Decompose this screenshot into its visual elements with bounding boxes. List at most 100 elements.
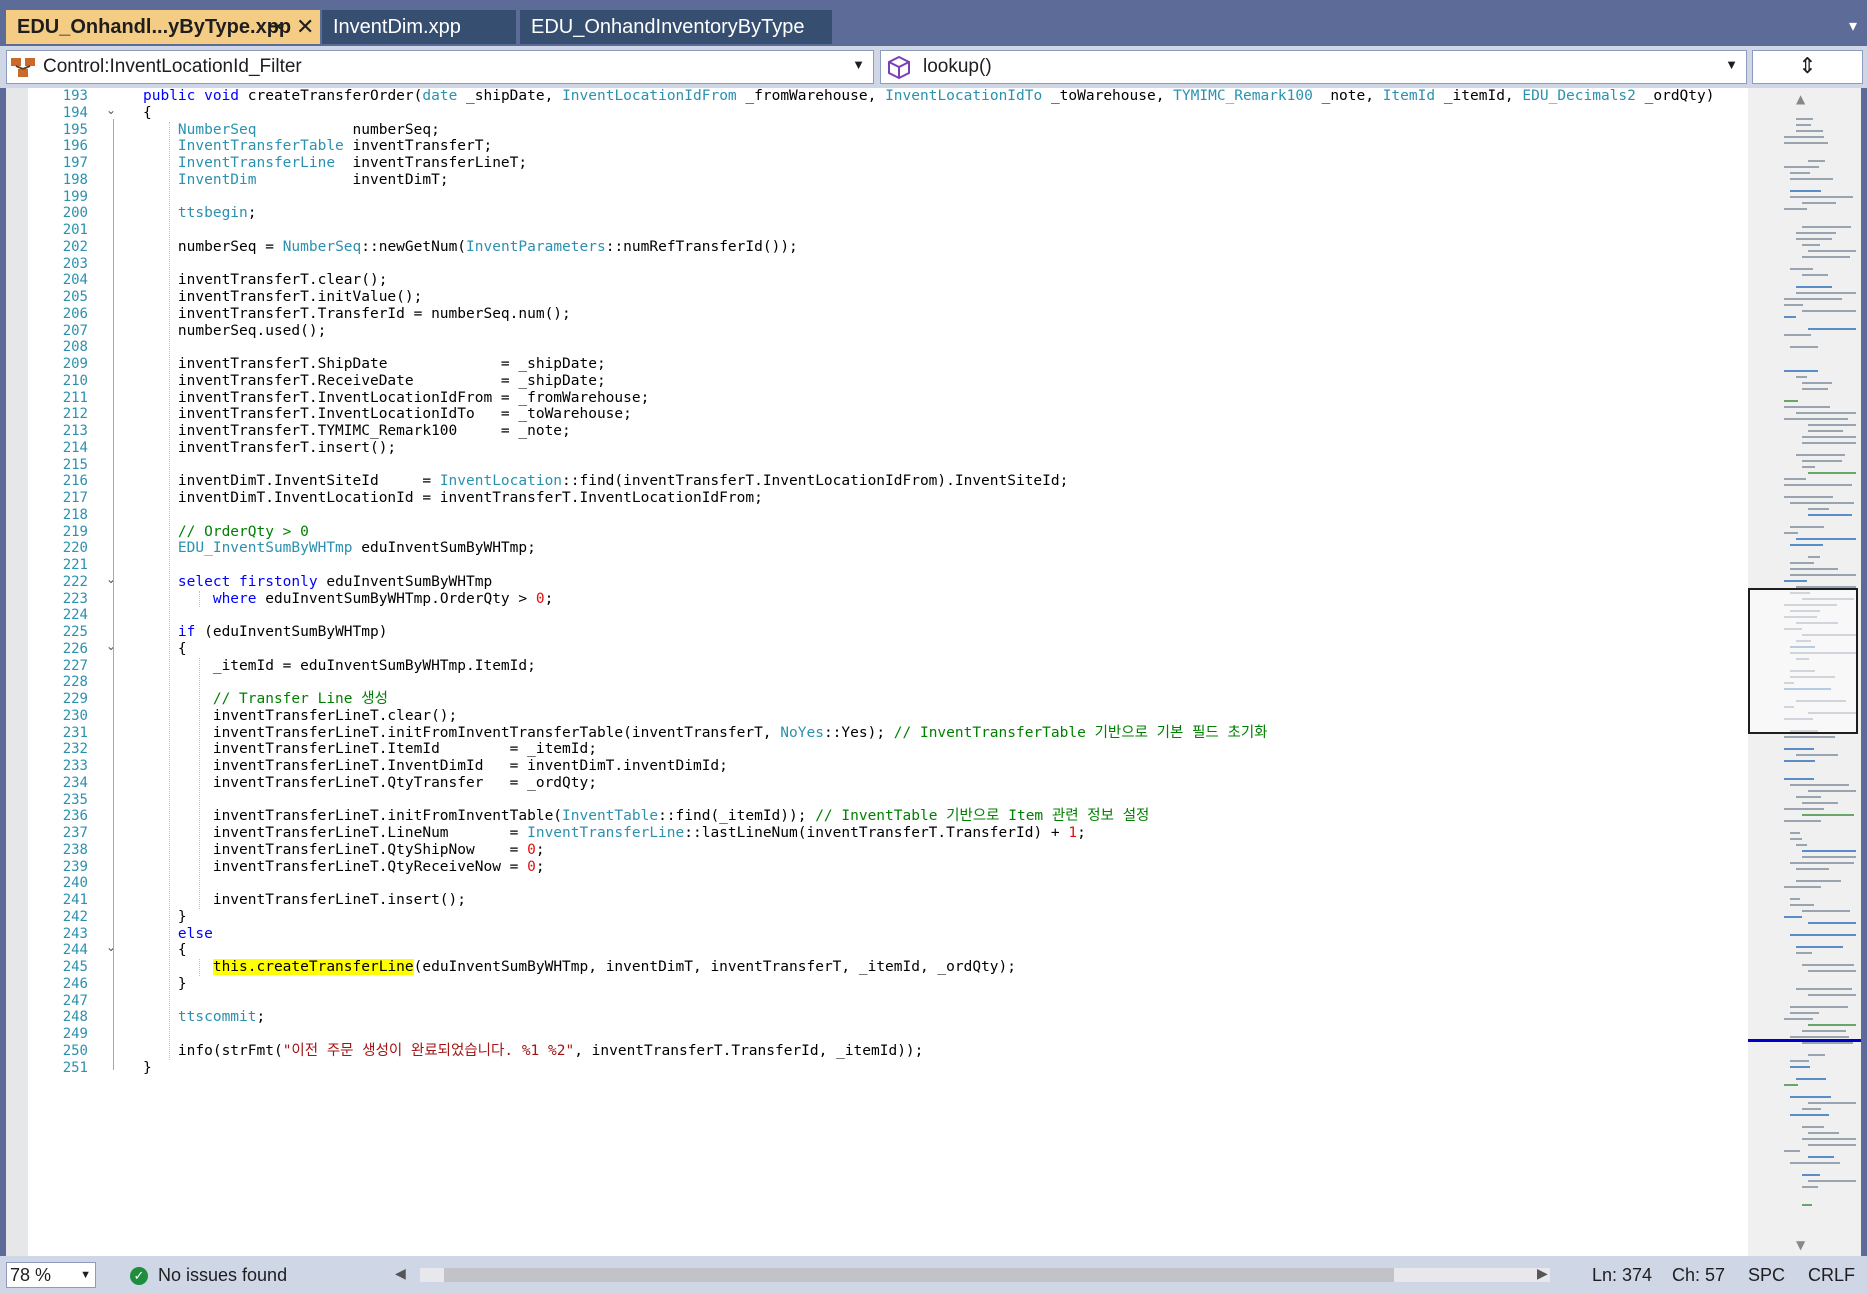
code-token: "이전 주문 생성이 완료되었습니다. %1 %2" bbox=[282, 1042, 575, 1059]
indent-guide bbox=[198, 959, 200, 976]
code-token: where bbox=[212, 590, 257, 607]
minimap-line bbox=[1796, 952, 1812, 954]
minimap-line bbox=[1790, 904, 1815, 906]
minimap-line bbox=[1790, 1036, 1849, 1038]
indent-guide bbox=[198, 657, 200, 909]
code-line[interactable]: public void createTransferOrder(date _sh… bbox=[143, 88, 1714, 106]
minimap-scrollbar[interactable]: ▲ ▼ bbox=[1748, 88, 1861, 1256]
code-token: ::Yes); bbox=[823, 724, 894, 741]
code-token: inventTransferT.InventLocationIdTo = _to… bbox=[143, 406, 632, 423]
minimap-line bbox=[1796, 454, 1846, 456]
code-token: inventTransferLineT.insert(); bbox=[143, 892, 467, 908]
minimap-line bbox=[1808, 1024, 1856, 1026]
scroll-left-arrow-icon[interactable]: ◀ bbox=[395, 1265, 406, 1282]
code-editor[interactable]: 193 194 195 196 197 198 199 200 201 202 203 204 205 2… bbox=[6, 88, 1748, 1256]
chevron-down-icon[interactable]: ▼ bbox=[1725, 57, 1738, 72]
code-token: numberSeq.used(); bbox=[143, 322, 327, 339]
code-line[interactable]: numberSeq.used(); bbox=[143, 321, 326, 341]
code-line[interactable]: ttscommit; bbox=[143, 1007, 265, 1027]
minimap-line bbox=[1808, 472, 1856, 474]
column-indicator[interactable]: Ch: 57 bbox=[1672, 1265, 1725, 1286]
minimap-line bbox=[1802, 460, 1843, 462]
tab-edu-onhand-xpp[interactable]: EDU_Onhandl...yByType.xpp ⊸ ✕ bbox=[6, 10, 320, 44]
minimap-line bbox=[1808, 790, 1856, 792]
code-token: NumberSeq bbox=[177, 121, 257, 138]
code-token: numberSeq; bbox=[256, 121, 440, 138]
check-circle-icon: ✓ bbox=[130, 1266, 148, 1285]
code-line[interactable]: } bbox=[143, 974, 187, 994]
horizontal-scroll-thumb[interactable] bbox=[444, 1268, 1394, 1282]
code-line[interactable]: where eduInventSumByWHTmp.OrderQty > 0; bbox=[143, 589, 553, 609]
issues-indicator[interactable]: ✓ No issues found bbox=[130, 1265, 287, 1286]
code-token: inventDimT.InventLocationId = inventTran… bbox=[143, 490, 763, 506]
split-icon[interactable]: ⇕ bbox=[1752, 50, 1863, 84]
line-ending-indicator[interactable]: CRLF bbox=[1808, 1265, 1855, 1286]
code-line[interactable]: this.createTransferLine(eduInventSumByWH… bbox=[143, 957, 1016, 977]
code-token: NoYes bbox=[780, 724, 824, 741]
pin-icon[interactable]: ⊸ bbox=[269, 16, 284, 37]
minimap-line bbox=[1802, 436, 1856, 438]
close-icon[interactable]: ✕ bbox=[296, 14, 314, 40]
minimap-line bbox=[1802, 910, 1851, 912]
horizontal-scrollbar[interactable] bbox=[420, 1268, 1550, 1282]
code-line[interactable]: info(strFmt("이전 주문 생성이 완료되었습니다. %1 %2", … bbox=[143, 1041, 924, 1061]
code-line[interactable]: } bbox=[143, 1058, 152, 1078]
minimap-line bbox=[1790, 898, 1801, 900]
tab-overflow-chevron-icon[interactable]: ▾ bbox=[1849, 16, 1857, 35]
code-line[interactable]: InventDim inventDimT; bbox=[143, 170, 449, 190]
minimap-line bbox=[1784, 304, 1804, 306]
code-token: ; bbox=[535, 858, 545, 875]
minimap-line bbox=[1802, 850, 1856, 852]
chevron-down-icon[interactable]: ▼ bbox=[852, 57, 865, 72]
collapse-chevron-icon[interactable]: ⌄ bbox=[106, 639, 116, 653]
code-token: InventTable bbox=[562, 808, 659, 825]
outlining-margin[interactable]: ⌄ ⌄ ⌄ ⌄ bbox=[102, 88, 126, 1256]
code-line[interactable]: inventTransferLineT.insert(); bbox=[143, 890, 466, 910]
tab-edu-onhand-designer[interactable]: EDU_OnhandInventoryByType bbox=[520, 10, 832, 44]
code-line[interactable]: inventDimT.InventLocationId = inventTran… bbox=[143, 488, 763, 508]
issues-label: No issues found bbox=[158, 1265, 288, 1285]
collapse-chevron-icon[interactable]: ⌄ bbox=[106, 940, 116, 954]
code-line[interactable]: inventTransferLineT.QtyReceiveNow = 0; bbox=[143, 857, 545, 877]
tab-inventdim-xpp[interactable]: InventDim.xpp bbox=[322, 10, 516, 44]
code-line[interactable]: EDU_InventSumByWHTmp eduInventSumByWHTmp… bbox=[143, 538, 536, 558]
minimap-line bbox=[1790, 832, 1800, 834]
scroll-down-arrow-icon[interactable]: ▼ bbox=[1796, 1238, 1805, 1252]
code-token: inventTransferLineT.InventDimId = invent… bbox=[143, 758, 728, 774]
minimap-line bbox=[1796, 376, 1807, 378]
code-line[interactable]: inventTransferLineT.QtyTransfer = _ordQt… bbox=[143, 773, 597, 793]
zoom-dropdown[interactable]: 78 % ▼ bbox=[6, 1262, 96, 1288]
code-token: ttsbegin bbox=[177, 205, 248, 222]
code-token: else bbox=[177, 925, 213, 942]
code-token: public void bbox=[143, 88, 248, 104]
code-token: ; bbox=[535, 841, 545, 858]
indent-mode-indicator[interactable]: SPC bbox=[1748, 1265, 1785, 1286]
minimap-line bbox=[1796, 118, 1813, 120]
line-indicator[interactable]: Ln: 374 bbox=[1592, 1265, 1652, 1286]
minimap-viewport-thumb[interactable] bbox=[1748, 588, 1858, 734]
collapse-chevron-icon[interactable]: ⌄ bbox=[106, 103, 116, 117]
code-line[interactable]: numberSeq = NumberSeq::newGetNum(InventP… bbox=[143, 237, 798, 257]
minimap-line bbox=[1790, 568, 1838, 570]
method-dropdown[interactable]: lookup() ▼ bbox=[880, 50, 1747, 84]
scroll-right-arrow-icon[interactable]: ▶ bbox=[1537, 1265, 1548, 1282]
code-line[interactable]: inventTransferT.insert(); bbox=[143, 438, 396, 458]
minimap-line bbox=[1802, 310, 1856, 312]
document-tab-strip: EDU_Onhandl...yByType.xpp ⊸ ✕ InventDim.… bbox=[0, 0, 1867, 46]
scroll-up-arrow-icon[interactable]: ▲ bbox=[1796, 92, 1805, 106]
code-token: // OrderQty > 0 bbox=[177, 523, 309, 540]
code-line[interactable]: _itemId = eduInventSumByWHTmp.ItemId; bbox=[143, 656, 536, 676]
chevron-down-icon[interactable]: ▼ bbox=[80, 1263, 91, 1287]
code-token: EDU_InventSumByWHTmp bbox=[177, 540, 353, 557]
code-token: inventTransferLineT.initFromInventTable( bbox=[143, 808, 563, 825]
code-token: inventTransferLineT.QtyShipNow = bbox=[143, 841, 528, 858]
code-line[interactable]: ttsbegin; bbox=[143, 203, 257, 223]
code-token: inventTransferLineT.LineNum = bbox=[143, 825, 528, 841]
collapse-chevron-icon[interactable]: ⌄ bbox=[106, 572, 116, 586]
type-member-dropdown[interactable]: Control:InventLocationId_Filter ▼ bbox=[6, 50, 874, 84]
code-token: _fromWarehouse, bbox=[736, 88, 886, 104]
minimap-line bbox=[1790, 574, 1856, 576]
indicator-margin[interactable] bbox=[6, 88, 28, 1256]
